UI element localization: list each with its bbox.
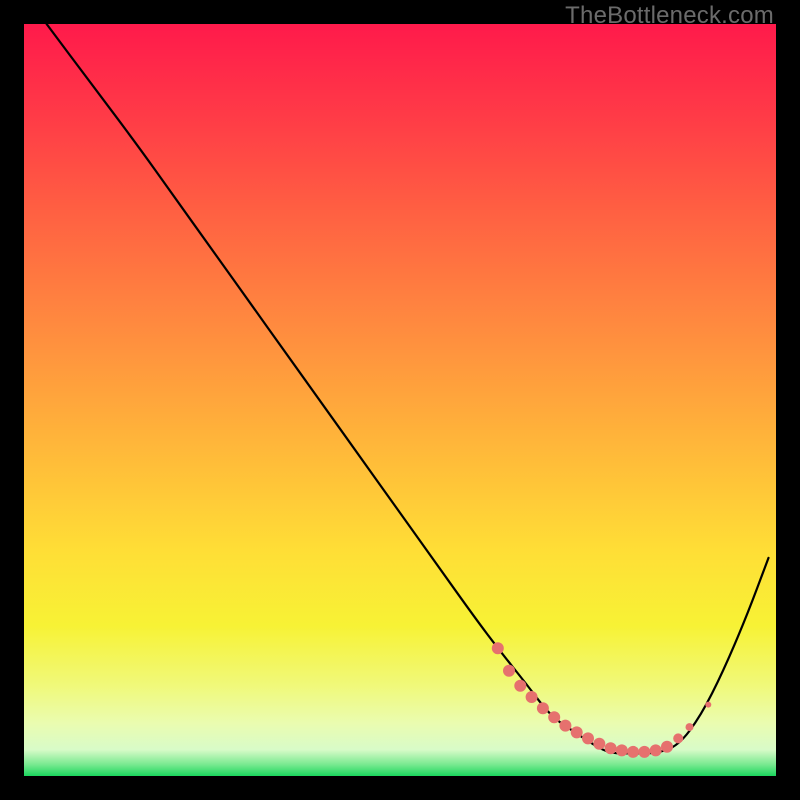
curve-marker: [571, 726, 583, 738]
curve-marker: [686, 723, 694, 731]
curve-marker: [503, 665, 515, 677]
curve-marker: [526, 691, 538, 703]
gradient-background: [24, 24, 776, 776]
curve-marker: [705, 702, 711, 708]
chart-svg: [24, 24, 776, 776]
curve-marker: [492, 642, 504, 654]
curve-marker: [638, 746, 650, 758]
curve-marker: [605, 742, 617, 754]
chart-frame: [24, 24, 776, 776]
curve-marker: [673, 733, 683, 743]
curve-marker: [650, 744, 662, 756]
curve-marker: [514, 680, 526, 692]
curve-marker: [616, 744, 628, 756]
curve-marker: [537, 702, 549, 714]
curve-marker: [593, 738, 605, 750]
curve-marker: [582, 732, 594, 744]
curve-marker: [548, 711, 560, 723]
curve-marker: [627, 746, 639, 758]
curve-marker: [559, 720, 571, 732]
curve-marker: [661, 741, 673, 753]
